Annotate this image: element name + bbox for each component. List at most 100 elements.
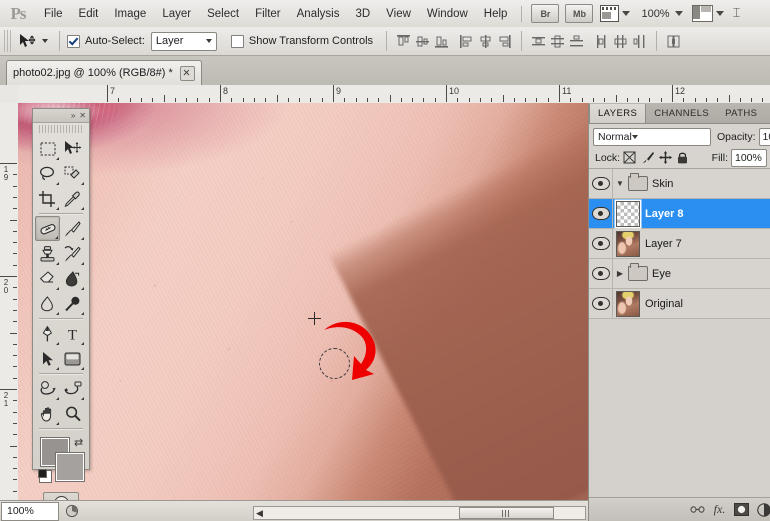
quick-selection-tool[interactable] bbox=[60, 161, 85, 186]
launch-bridge-button[interactable]: Br bbox=[531, 4, 560, 23]
active-tool-move-icon[interactable] bbox=[16, 30, 38, 52]
horizontal-scroll-thumb[interactable] bbox=[459, 507, 554, 519]
distribute-top-edges-icon[interactable] bbox=[530, 33, 547, 50]
distribute-vertical-centers-icon[interactable] bbox=[549, 33, 566, 50]
blur-tool[interactable] bbox=[35, 291, 60, 316]
arrange-documents-icon[interactable] bbox=[600, 5, 620, 22]
auto-select-scope-select[interactable]: Layer bbox=[150, 31, 217, 51]
zoom-tool[interactable] bbox=[60, 401, 85, 426]
collapse-panel-icon[interactable]: » bbox=[71, 111, 75, 120]
lock-transparent-pixels-icon[interactable] bbox=[623, 151, 638, 165]
auto-select-checkbox[interactable] bbox=[67, 34, 80, 48]
tool-preset-chevron-down-icon[interactable] bbox=[42, 39, 48, 43]
menu-edit[interactable]: Edit bbox=[71, 4, 107, 24]
scroll-left-arrow-icon[interactable]: ◀ bbox=[256, 508, 263, 519]
canvas-viewport[interactable] bbox=[18, 103, 588, 500]
arrange-documents-chevron-down-icon[interactable] bbox=[622, 11, 631, 16]
add-layer-style-icon[interactable]: fx. bbox=[712, 502, 727, 517]
tab-paths[interactable]: PATHS bbox=[717, 104, 765, 123]
table-row[interactable]: Layer 8 bbox=[589, 198, 770, 229]
rotate-3d-object-tool[interactable] bbox=[35, 376, 60, 401]
auto-align-layers-icon[interactable] bbox=[665, 33, 682, 50]
menu-view[interactable]: View bbox=[378, 4, 419, 24]
layer-thumbnail[interactable] bbox=[616, 200, 640, 227]
tools-panel-header[interactable]: » ✕ bbox=[33, 109, 89, 123]
pen-tool[interactable] bbox=[35, 321, 60, 346]
distribute-bottom-edges-icon[interactable] bbox=[568, 33, 585, 50]
layer-visibility-toggle[interactable] bbox=[589, 198, 613, 229]
brush-tool[interactable] bbox=[60, 216, 85, 241]
menu-analysis[interactable]: Analysis bbox=[289, 4, 348, 24]
vertical-ruler[interactable]: 1 9 2 0 2 1 bbox=[0, 103, 19, 500]
horizontal-scroll-track[interactable] bbox=[253, 506, 586, 520]
menu-select[interactable]: Select bbox=[199, 4, 247, 24]
crop-tool[interactable] bbox=[35, 186, 60, 211]
clone-stamp-tool[interactable] bbox=[35, 241, 60, 266]
launch-mini-bridge-button[interactable]: Mb bbox=[565, 4, 594, 23]
swap-colors-icon[interactable]: ⇄ bbox=[74, 436, 83, 449]
workspace-chevron-down-icon[interactable] bbox=[715, 11, 724, 16]
menu-file[interactable]: File bbox=[36, 4, 71, 24]
group-expand-chevron-down-icon[interactable]: ▼ bbox=[613, 179, 627, 188]
spot-healing-brush-tool[interactable] bbox=[35, 216, 60, 241]
rectangular-marquee-tool[interactable] bbox=[35, 136, 60, 161]
add-layer-mask-icon[interactable] bbox=[734, 502, 749, 517]
extras-icon[interactable]: ⌶ bbox=[733, 6, 743, 21]
align-left-edges-icon[interactable] bbox=[458, 33, 475, 50]
align-horizontal-centers-icon[interactable] bbox=[477, 33, 494, 50]
lasso-tool[interactable] bbox=[35, 161, 60, 186]
menu-layer[interactable]: Layer bbox=[154, 4, 199, 24]
align-bottom-edges-icon[interactable] bbox=[433, 33, 450, 50]
orbit-3d-camera-tool[interactable] bbox=[60, 376, 85, 401]
menu-3d[interactable]: 3D bbox=[347, 4, 378, 24]
new-adjustment-layer-icon[interactable] bbox=[756, 502, 770, 517]
document-tab[interactable]: photo02.jpg @ 100% (RGB/8#) * bbox=[6, 60, 202, 85]
group-expand-chevron-right-icon[interactable]: ▶ bbox=[613, 269, 627, 278]
align-right-edges-icon[interactable] bbox=[496, 33, 513, 50]
options-bar-grip[interactable] bbox=[4, 30, 12, 52]
layer-visibility-toggle[interactable] bbox=[589, 228, 613, 259]
layer-thumbnail[interactable] bbox=[616, 230, 640, 257]
lock-image-pixels-icon[interactable] bbox=[641, 151, 656, 165]
gradient-tool[interactable] bbox=[60, 266, 85, 291]
table-row[interactable]: ▼ Skin bbox=[589, 168, 770, 199]
opacity-input[interactable]: 100% bbox=[758, 127, 770, 146]
history-brush-tool[interactable] bbox=[60, 241, 85, 266]
hand-tool[interactable] bbox=[35, 401, 60, 426]
path-selection-tool[interactable] bbox=[35, 346, 60, 371]
horizontal-scrollbar[interactable]: ◀ bbox=[0, 505, 588, 521]
table-row[interactable]: Layer 7 bbox=[589, 228, 770, 259]
tab-channels[interactable]: CHANNELS bbox=[646, 104, 717, 123]
menu-window[interactable]: Window bbox=[419, 4, 476, 24]
horizontal-ruler[interactable]: 78910111213 bbox=[18, 85, 770, 104]
rectangle-shape-tool[interactable] bbox=[60, 346, 85, 371]
menu-help[interactable]: Help bbox=[476, 4, 516, 24]
tab-layers[interactable]: LAYERS bbox=[589, 104, 647, 123]
move-tool[interactable] bbox=[60, 136, 85, 161]
lock-all-icon[interactable] bbox=[677, 151, 692, 165]
layer-thumbnail[interactable] bbox=[616, 290, 640, 317]
layer-visibility-toggle[interactable] bbox=[589, 258, 613, 289]
screen-mode-chevron-down-icon[interactable] bbox=[674, 11, 683, 16]
close-icon[interactable] bbox=[179, 65, 195, 81]
layer-visibility-toggle[interactable] bbox=[589, 168, 613, 199]
align-top-edges-icon[interactable] bbox=[395, 33, 412, 50]
blend-mode-select[interactable]: Normal bbox=[593, 127, 711, 146]
menu-image[interactable]: Image bbox=[106, 4, 154, 24]
show-transform-controls-checkbox[interactable] bbox=[230, 34, 244, 48]
close-panel-icon[interactable]: ✕ bbox=[79, 111, 86, 120]
table-row[interactable]: ▶ Eye bbox=[589, 258, 770, 289]
dodge-tool[interactable] bbox=[60, 291, 85, 316]
menu-filter[interactable]: Filter bbox=[247, 4, 289, 24]
layer-visibility-toggle[interactable] bbox=[589, 288, 613, 319]
link-layers-icon[interactable] bbox=[690, 502, 705, 517]
fill-input[interactable]: 100% bbox=[731, 149, 767, 167]
workspace-icon[interactable] bbox=[691, 5, 713, 22]
type-tool[interactable]: T bbox=[60, 321, 85, 346]
distribute-right-edges-icon[interactable] bbox=[631, 33, 648, 50]
ruler-origin-corner[interactable] bbox=[0, 85, 19, 104]
lock-position-icon[interactable] bbox=[659, 151, 674, 165]
eraser-tool[interactable] bbox=[35, 266, 60, 291]
eyedropper-tool[interactable] bbox=[60, 186, 85, 211]
background-color-swatch[interactable] bbox=[56, 453, 84, 481]
